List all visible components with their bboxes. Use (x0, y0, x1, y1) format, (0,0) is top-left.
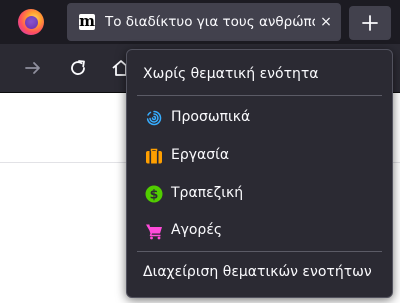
active-tab[interactable]: m Το διαδίκτυο για τους ανθρώπους × (67, 3, 341, 41)
menu-item-label: Προσωπικά (171, 109, 251, 125)
tab-favicon-icon: m (79, 12, 95, 30)
new-tab-button[interactable] (349, 6, 391, 40)
tab-strip: m Το διαδίκτυο για τους ανθρώπους × (0, 0, 400, 44)
menu-item-banking[interactable]: $ Τραπεζική (133, 177, 388, 211)
menu-item-label: Διαχείριση θεματικών ενοτήτων (143, 264, 372, 280)
reload-button[interactable] (67, 57, 89, 79)
menu-separator (137, 95, 382, 96)
forward-arrow-icon (25, 62, 40, 74)
plus-icon (362, 15, 378, 31)
menu-item-work[interactable]: Εργασία (133, 139, 388, 173)
cart-icon (145, 222, 163, 240)
svg-text:$: $ (150, 187, 159, 202)
briefcase-icon (145, 147, 163, 165)
menu-separator (137, 251, 382, 252)
tab-title: Το διαδίκτυο για τους ανθρώπους (105, 14, 315, 30)
menu-item-label: Τραπεζική (171, 185, 244, 201)
tab-close-icon[interactable]: × (315, 10, 337, 34)
menu-item-no-container[interactable]: Χωρίς θεματική ενότητα (133, 58, 388, 92)
menu-item-personal[interactable]: Προσωπικά (133, 101, 388, 135)
container-menu: Χωρίς θεματική ενότητα Προσωπικά Εργασία… (126, 49, 393, 298)
menu-item-label: Εργασία (171, 147, 230, 163)
menu-item-label: Χωρίς θεματική ενότητα (143, 66, 319, 82)
menu-item-manage-containers[interactable]: Διαχείριση θεματικών ενοτήτων (133, 256, 388, 290)
menu-item-shopping[interactable]: Αγορές (133, 214, 388, 248)
menu-item-label: Αγορές (171, 222, 223, 238)
reload-icon (71, 60, 85, 75)
dollar-icon: $ (145, 185, 163, 203)
firefox-logo-icon[interactable] (18, 9, 44, 35)
forward-button[interactable] (22, 57, 44, 79)
fingerprint-icon (145, 109, 163, 127)
